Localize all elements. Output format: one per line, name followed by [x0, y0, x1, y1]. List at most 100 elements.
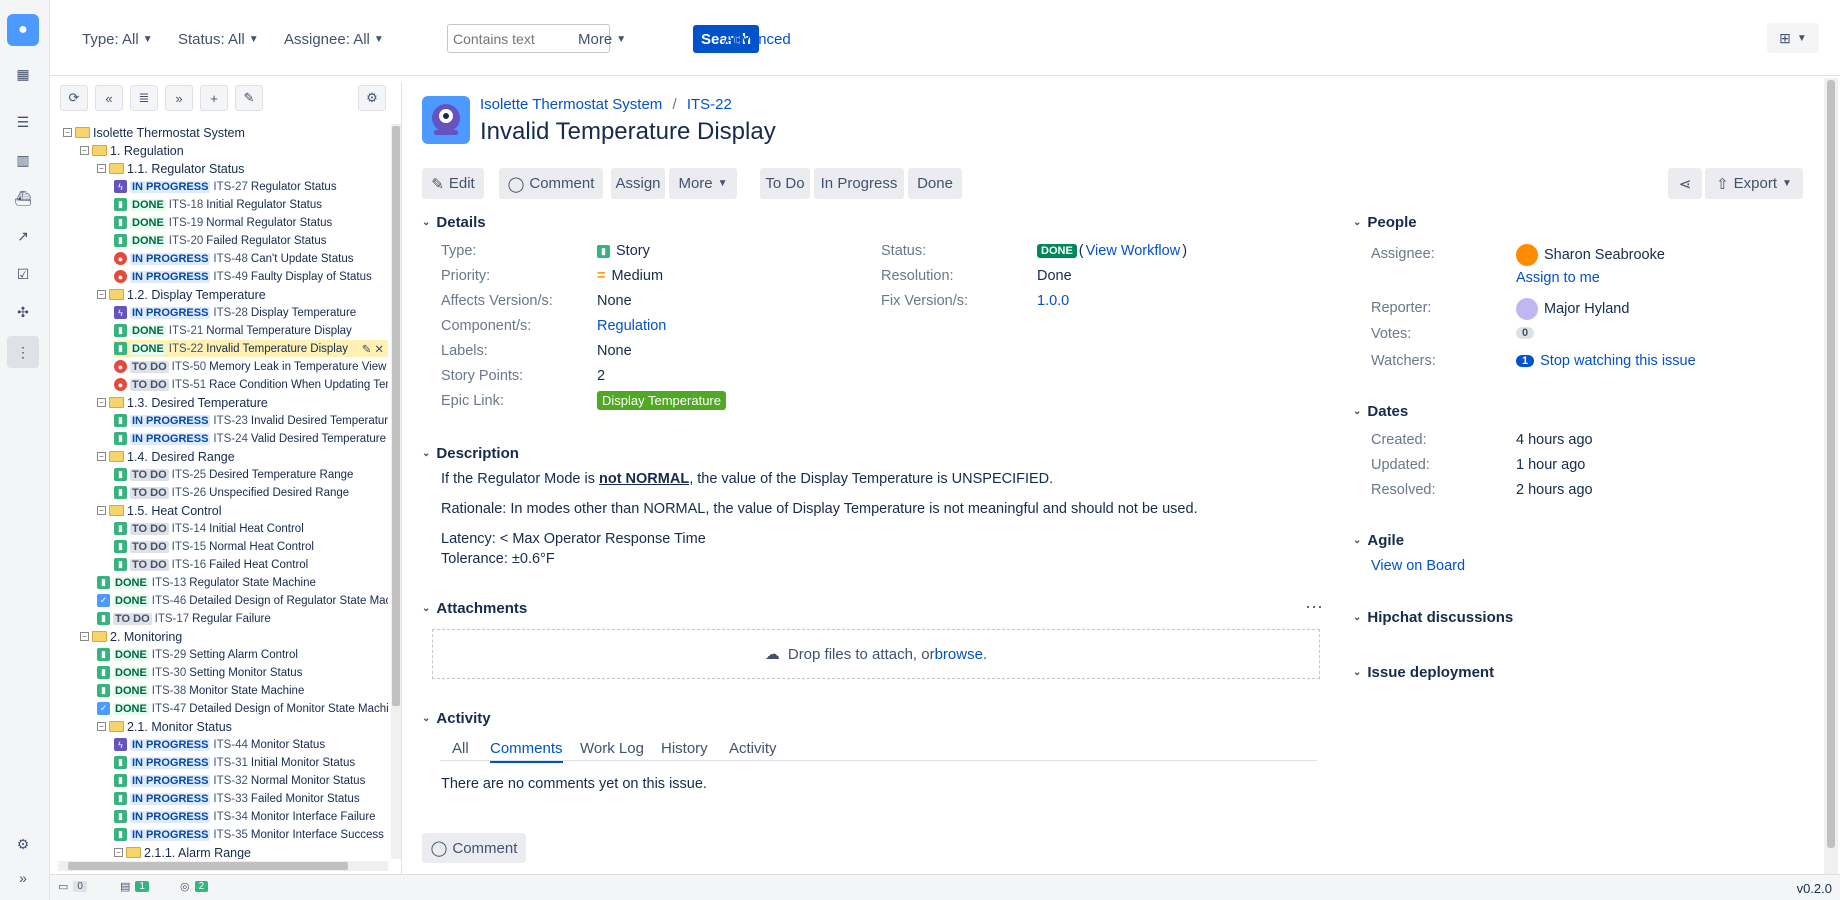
expand-sidebar-icon[interactable]: »	[11, 866, 35, 890]
reporter-value[interactable]: Major Hyland	[1516, 298, 1629, 320]
edit-icon[interactable]: ✎	[362, 342, 372, 356]
attachments-more-icon[interactable]: ···	[1305, 596, 1323, 617]
collapse-toggle-icon[interactable]: −	[114, 848, 123, 857]
done-transition-button[interactable]: Done	[908, 168, 962, 199]
collapse-toggle-icon[interactable]: −	[80, 146, 89, 155]
people-header[interactable]: ⌄ People	[1353, 214, 1417, 231]
in-progress-transition-button[interactable]: In Progress	[814, 168, 904, 199]
tab-all[interactable]: All	[452, 740, 469, 757]
more-filter[interactable]: More ▼	[578, 26, 626, 52]
tree-folder[interactable]: − Isolette Thermostat System	[63, 124, 245, 141]
type-filter[interactable]: Type: All ▼	[82, 26, 153, 52]
view-switcher[interactable]: ⊞ ▼	[1767, 23, 1819, 53]
share-button[interactable]: ⋖	[1668, 168, 1702, 199]
votes-value[interactable]: 0	[1516, 327, 1535, 339]
tree-folder[interactable]: − 1.2. Display Temperature	[97, 286, 266, 303]
tree-folder[interactable]: − 1.4. Desired Range	[97, 448, 235, 465]
tree-scrollbar[interactable]	[391, 124, 401, 859]
edit-button[interactable]: ✎ Edit	[422, 168, 484, 199]
assign-to-me-link[interactable]: Assign to me	[1516, 270, 1600, 286]
assignee-filter[interactable]: Assignee: All ▼	[284, 26, 384, 52]
deployment-header[interactable]: ⌄ Issue deployment	[1353, 664, 1494, 681]
view-workflow-link[interactable]: View Workflow	[1086, 243, 1181, 259]
browse-link[interactable]: browse.	[935, 646, 988, 663]
folders-count[interactable]: ▭ 0	[58, 880, 87, 893]
tree-folder[interactable]: − 2.1.1. Alarm Range	[114, 844, 251, 859]
agile-header[interactable]: ⌄ Agile	[1353, 532, 1404, 549]
issues-icon[interactable]: ☑	[11, 262, 35, 286]
other-count[interactable]: ◎ 2	[180, 880, 209, 893]
collapse-all-icon[interactable]: «	[95, 85, 123, 111]
description-header[interactable]: ⌄ Description	[422, 445, 519, 462]
hipchat-header[interactable]: ⌄ Hipchat discussions	[1353, 609, 1513, 626]
list-icon[interactable]: ≣	[130, 85, 158, 111]
tab-activity[interactable]: Activity	[729, 740, 777, 757]
stop-watching-link[interactable]: Stop watching this issue	[1540, 353, 1696, 369]
comment-button[interactable]: ◯ Comment	[499, 168, 603, 199]
tree-issue-row[interactable]: ✓ DONE ITS-47 Detailed Design of Monitor St…	[97, 700, 388, 717]
tree-issue-row[interactable]: ● TO DO ITS-51 Race Condition When Updating…	[114, 376, 388, 393]
todo-transition-button[interactable]: To Do	[760, 168, 810, 199]
tree-issue-row[interactable]: ▮ DONE ITS-21 Normal Temperature Display	[114, 322, 352, 339]
tree-issue-row[interactable]: ▮ TO DO ITS-15 Normal Heat Control	[114, 538, 314, 555]
tree-issue-row[interactable]: ▮ TO DO ITS-25 Desired Temperature Range	[114, 466, 353, 483]
tree-hscrollbar[interactable]	[58, 861, 388, 871]
scrollbar-thumb[interactable]	[1827, 80, 1835, 848]
tree-issue-row[interactable]: ▮ TO DO ITS-16 Failed Heat Control	[114, 556, 308, 573]
assignee-value[interactable]: Sharon Seabrooke	[1516, 244, 1665, 266]
tree-settings-icon[interactable]: ⚙	[358, 85, 386, 111]
settings-icon[interactable]: ⚙	[11, 832, 35, 856]
tree-issue-row[interactable]: ✓ DONE ITS-46 Detailed Design of Regulator …	[97, 592, 388, 609]
view-on-board-link[interactable]: View on Board	[1371, 558, 1465, 574]
app-logo[interactable]: ●	[7, 14, 39, 46]
fix-version-link[interactable]: 1.0.0	[1037, 293, 1069, 309]
more-actions-button[interactable]: More ▼	[669, 168, 737, 199]
board-icon[interactable]: ▦	[11, 62, 35, 86]
tree-issue-row[interactable]: ▮ IN PROGRESS ITS-31 Initial Monitor Status	[114, 754, 355, 771]
tree-issue-row[interactable]: ▮ TO DO ITS-14 Initial Heat Control	[114, 520, 304, 537]
collapse-toggle-icon[interactable]: −	[63, 128, 72, 137]
tree-folder[interactable]: − 1. Regulation	[80, 142, 184, 159]
columns-icon[interactable]: ▥	[11, 148, 35, 172]
tree-issue-row[interactable]: ▮ TO DO ITS-17 Regular Failure	[97, 610, 271, 627]
add-comment-button[interactable]: ◯ Comment	[422, 833, 526, 863]
hscroll-thumb[interactable]	[68, 862, 348, 870]
tree-issue-row[interactable]: ▮ IN PROGRESS ITS-32 Normal Monitor Status	[114, 772, 365, 789]
collapse-toggle-icon[interactable]: −	[97, 452, 106, 461]
breadcrumb-project[interactable]: Isolette Thermostat System	[480, 96, 662, 113]
tree-issue-row[interactable]: ▮ DONE ITS-18 Initial Regulator Status	[114, 196, 322, 213]
activity-header[interactable]: ⌄ Activity	[422, 710, 491, 727]
tree-issue-row[interactable]: ▮ DONE ITS-22 Invalid Temperature Display ✎ ✕	[114, 340, 388, 357]
attachments-header[interactable]: ⌄ Attachments	[422, 600, 527, 617]
tree-issue-row[interactable]: ▮ DONE ITS-13 Regulator State Machine	[97, 574, 316, 591]
tree-issue-row[interactable]: ● IN PROGRESS ITS-49 Faulty Display of Stat…	[114, 268, 372, 285]
releases-icon[interactable]: ⛴	[11, 186, 35, 210]
project-avatar[interactable]	[422, 96, 470, 144]
tab-history[interactable]: History	[661, 740, 708, 757]
edit-icon[interactable]: ✎	[235, 85, 263, 111]
status-filter[interactable]: Status: All ▼	[178, 26, 259, 52]
assign-button[interactable]: Assign	[611, 168, 665, 199]
tree-issue-row[interactable]: ϟ IN PROGRESS ITS-27 Regulator Status	[114, 178, 337, 195]
collapse-toggle-icon[interactable]: −	[97, 506, 106, 515]
tree-issue-row[interactable]: ϟ IN PROGRESS ITS-28 Display Temperature	[114, 304, 356, 321]
structure-icon[interactable]: ⋮	[7, 336, 39, 368]
breadcrumb-issue-key[interactable]: ITS-22	[687, 96, 732, 113]
tree-issue-row[interactable]: ▮ IN PROGRESS ITS-23 Invalid Desired Temper…	[114, 412, 388, 429]
collapse-toggle-icon[interactable]: −	[97, 398, 106, 407]
issue-title[interactable]: Invalid Temperature Display	[480, 118, 776, 146]
tree-issue-row[interactable]: ϟ IN PROGRESS ITS-44 Monitor Status	[114, 736, 325, 753]
tree-folder[interactable]: − 1.5. Heat Control	[97, 502, 222, 519]
tree-issue-row[interactable]: ▮ DONE ITS-20 Failed Regulator Status	[114, 232, 326, 249]
tree-issue-row[interactable]: ▮ IN PROGRESS ITS-35 Monitor Interface Succ…	[114, 826, 384, 843]
addons-icon[interactable]: ✣	[11, 300, 35, 324]
tree-folder[interactable]: − 2.1. Monitor Status	[97, 718, 232, 735]
epic-link-value[interactable]: Display Temperature	[597, 391, 726, 410]
tab-comments[interactable]: Comments	[490, 740, 563, 763]
advanced-link[interactable]: Advanced	[724, 26, 791, 52]
tree-issue-row[interactable]: ▮ IN PROGRESS ITS-24 Valid Desired Temperat…	[114, 430, 386, 447]
collapse-toggle-icon[interactable]: −	[97, 164, 106, 173]
issues-count[interactable]: ▤ 1	[120, 880, 149, 893]
epic-lozenge[interactable]: Display Temperature	[597, 391, 726, 410]
add-icon[interactable]: +	[200, 85, 228, 111]
